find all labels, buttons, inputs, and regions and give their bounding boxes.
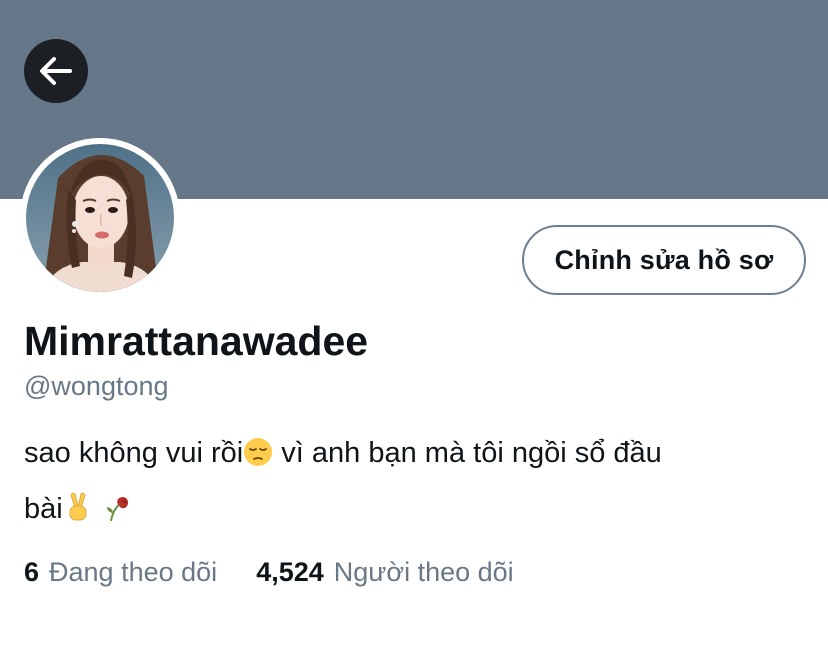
profile-bio: sao không vui rồi vì anh bạn mà tôi ngồi… xyxy=(24,428,794,540)
profile-photo xyxy=(20,138,180,298)
followers-label: Người theo dõi xyxy=(333,557,514,587)
followers-count: 4,524 xyxy=(256,557,324,587)
back-button[interactable] xyxy=(24,39,88,103)
victory-hand-emoji-icon xyxy=(63,489,91,540)
user-handle: @wongtong xyxy=(24,371,169,401)
bio-text-part1: sao không vui rồi xyxy=(24,437,244,469)
bio-text-part3: bài xyxy=(24,493,63,525)
arrow-left-icon xyxy=(40,57,72,85)
following-label: Đang theo dõi xyxy=(49,557,218,587)
wilted-flower-emoji-icon xyxy=(103,489,133,540)
followers-link[interactable]: 4,524 Người theo dõi xyxy=(249,557,514,587)
display-name: Mimrattanawadee xyxy=(24,318,369,364)
following-link[interactable]: 6 Đang theo dõi xyxy=(24,557,225,587)
pensive-face-emoji-icon xyxy=(243,433,273,484)
avatar[interactable] xyxy=(20,138,180,298)
profile-page: Chỉnh sửa hồ sơ Mimrattanawadee @wongton… xyxy=(0,0,828,652)
edit-profile-button[interactable]: Chỉnh sửa hồ sơ xyxy=(522,225,806,295)
follow-stats: 6 Đang theo dõi 4,524 Người theo dõi xyxy=(24,557,514,588)
edit-profile-label: Chỉnh sửa hồ sơ xyxy=(554,244,774,275)
bio-text-part2: vì anh bạn mà tôi ngồi sổ đầu xyxy=(273,437,662,469)
following-count: 6 xyxy=(24,557,40,587)
